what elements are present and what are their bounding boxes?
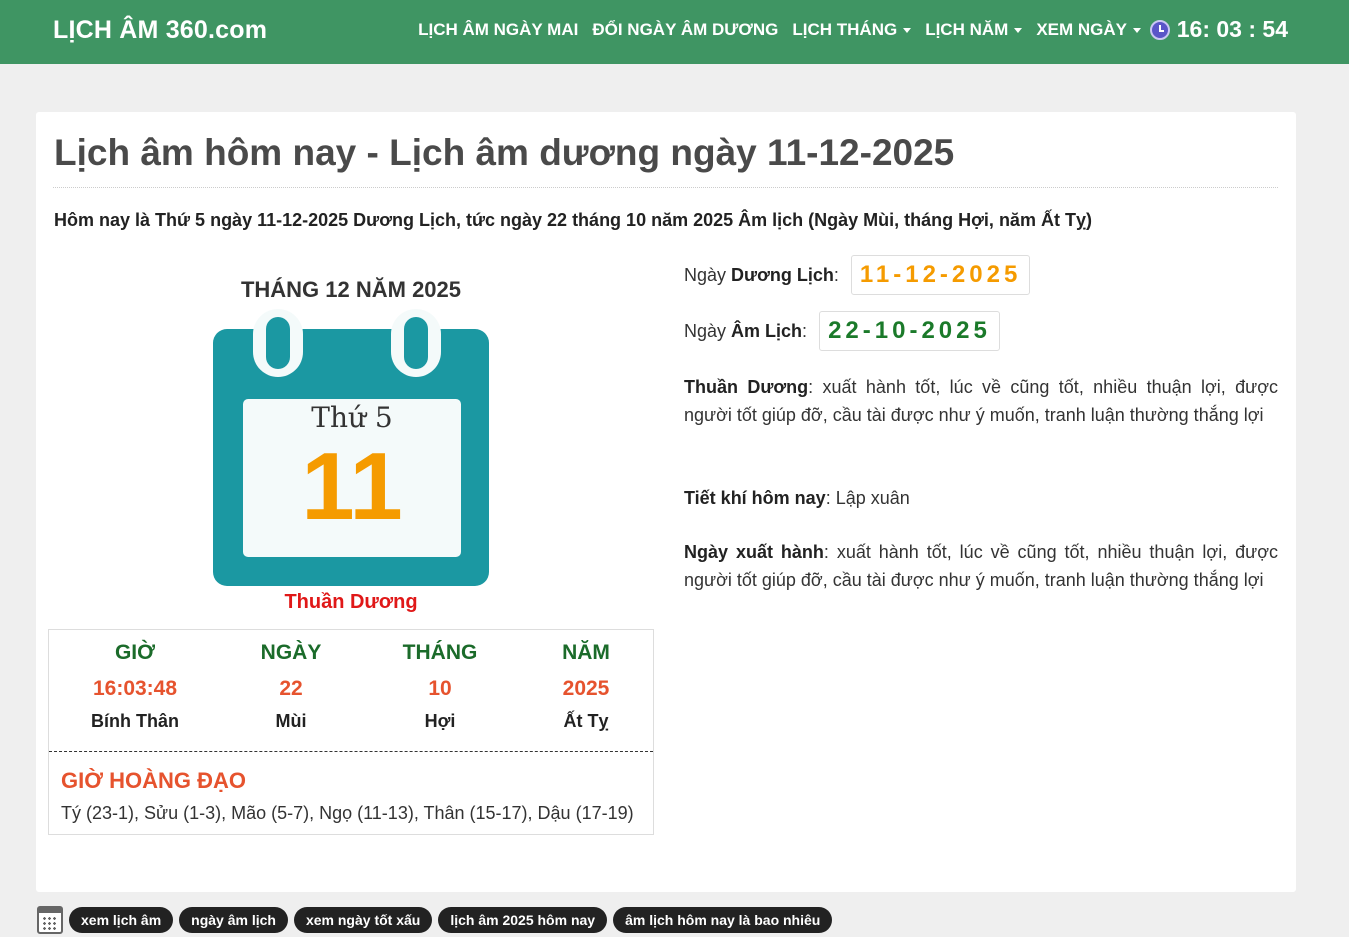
tag-xem-ngay-tot-xau[interactable]: xem ngày tốt xấu [293, 907, 433, 933]
header-clock: 16: 03 : 54 [1149, 16, 1288, 43]
column-thang: THÁNG 10 Hợi [361, 630, 519, 751]
column-value: 2025 [562, 677, 610, 700]
tag-ngay-am-lich[interactable]: ngày âm lịch [179, 907, 288, 933]
today-summary: Hôm nay là Thứ 5 ngày 11-12-2025 Dương L… [54, 210, 1092, 230]
clock-time: 16: 03 : 54 [1176, 16, 1288, 42]
nav-label: ĐỔI NGÀY ÂM DƯƠNG [592, 20, 779, 39]
calendar-weekday: Thứ 5 [311, 401, 393, 434]
caret-down-icon [1014, 27, 1023, 33]
nav-label: XEM NGÀY [1036, 20, 1127, 39]
duong-lich-prefix: Ngày [684, 264, 732, 285]
nav-label: LỊCH ÂM NGÀY MAI [418, 20, 579, 39]
calendar-day-type: Thuần Dương [284, 591, 418, 613]
tag-list: xem lịch âm ngày âm lịch xem ngày tốt xấ… [37, 906, 838, 934]
clock-icon [1149, 19, 1170, 40]
duong-lich-value: 11-12-2025 [850, 255, 1031, 295]
can-chi-info-box: GIỜ 16:03:48 Bính Thân NGÀY 22 Mùi THÁNG… [48, 629, 654, 835]
nav-label: LỊCH THÁNG [792, 20, 898, 39]
nav-lich-thang-dropdown[interactable]: LỊCH THÁNG [792, 20, 912, 40]
gio-hoang-dao-list: Tý (23-1), Sửu (1-3), Mão (5-7), Ngọ (11… [61, 803, 634, 823]
column-header: GIỜ [114, 641, 156, 664]
column-value: 10 [428, 677, 452, 700]
main-nav: LỊCH ÂM NGÀY MAI ĐỔI NGÀY ÂM DƯƠNG LỊCH … [418, 20, 1141, 40]
column-canchi: Bính Thân [91, 711, 179, 731]
column-value: 16:03:48 [92, 677, 178, 700]
column-header: NGÀY [260, 641, 322, 664]
tiet-khi-text: : Lập xuân [825, 488, 910, 508]
site-logo[interactable]: LỊCH ÂM 360.com [53, 16, 267, 45]
column-canchi: Hợi [424, 711, 456, 731]
calendar-tag-icon [37, 906, 63, 934]
am-lich-value: 22-10-2025 [819, 311, 1000, 351]
column-ngay: NGÀY 22 Mùi [221, 630, 361, 751]
can-chi-columns: GIỜ 16:03:48 Bính Thân NGÀY 22 Mùi THÁNG… [49, 630, 653, 752]
main-card: Lịch âm hôm nay - Lịch âm dương ngày 11-… [36, 112, 1296, 892]
tiet-khi-label: Tiết khí hôm nay [684, 488, 826, 508]
am-lich-label: Âm Lịch [731, 320, 803, 341]
column-header: NĂM [562, 641, 610, 664]
am-lich-prefix: Ngày [684, 320, 732, 341]
calendar-ring [391, 309, 441, 377]
am-lich-row: Ngày Âm Lịch : 22-10-2025 [684, 311, 1000, 351]
column-header: THÁNG [402, 641, 478, 664]
calendar-day-number: 11 [301, 433, 403, 540]
thuan-duong-label: Thuần Dương [684, 377, 809, 397]
column-canchi: Mùi [275, 711, 307, 731]
nav-lich-nam-dropdown[interactable]: LỊCH NĂM [925, 20, 1023, 40]
duong-lich-row: Ngày Dương Lịch : 11-12-2025 [684, 255, 1031, 295]
nav-lich-am-ngay-mai[interactable]: LỊCH ÂM NGÀY MAI [418, 20, 578, 40]
column-value: 22 [279, 677, 303, 700]
thuan-duong-paragraph: Thuần Dương: xuất hành tốt, lúc về cũng … [684, 373, 1278, 429]
calendar-icon: Thứ 5 11 [213, 309, 489, 586]
xuat-hanh-paragraph: Ngày xuất hành: xuất hành tốt, lúc về cũ… [684, 538, 1278, 594]
caret-down-icon [1133, 27, 1141, 33]
nav-doi-ngay-am-duong[interactable]: ĐỔI NGÀY ÂM DƯƠNG [592, 20, 778, 40]
colon: : [802, 320, 808, 341]
nav-label: LỊCH NĂM [925, 20, 1009, 39]
gio-hoang-dao-title: GIỜ HOÀNG ĐẠO [61, 768, 246, 793]
tag-xem-lich-am[interactable]: xem lịch âm [69, 907, 174, 933]
nav-xem-ngay-dropdown[interactable]: XEM NGÀY [1036, 20, 1141, 40]
xuat-hanh-label: Ngày xuất hành [684, 542, 824, 562]
calendar-month-title: THÁNG 12 NĂM 2025 [240, 277, 462, 302]
column-canchi: Ất Tỵ [563, 711, 609, 731]
column-gio: GIỜ 16:03:48 Bính Thân [49, 630, 221, 751]
page-title: Lịch âm hôm nay - Lịch âm dương ngày 11-… [54, 132, 955, 173]
colon: : [833, 264, 839, 285]
column-nam: NĂM 2025 Ất Tỵ [519, 630, 653, 751]
top-navbar: LỊCH ÂM 360.com LỊCH ÂM NGÀY MAI ĐỔI NGÀ… [0, 0, 1349, 64]
caret-down-icon [903, 27, 912, 33]
tiet-khi-paragraph: Tiết khí hôm nay: Lập xuân [684, 484, 1278, 512]
calendar-ring [253, 309, 303, 377]
title-divider [53, 187, 1278, 188]
duong-lich-label: Dương Lịch [731, 264, 834, 285]
tag-lich-am-2025[interactable]: lịch âm 2025 hôm nay [438, 907, 608, 933]
tag-am-lich-hom-nay[interactable]: âm lịch hôm nay là bao nhiêu [613, 907, 833, 933]
